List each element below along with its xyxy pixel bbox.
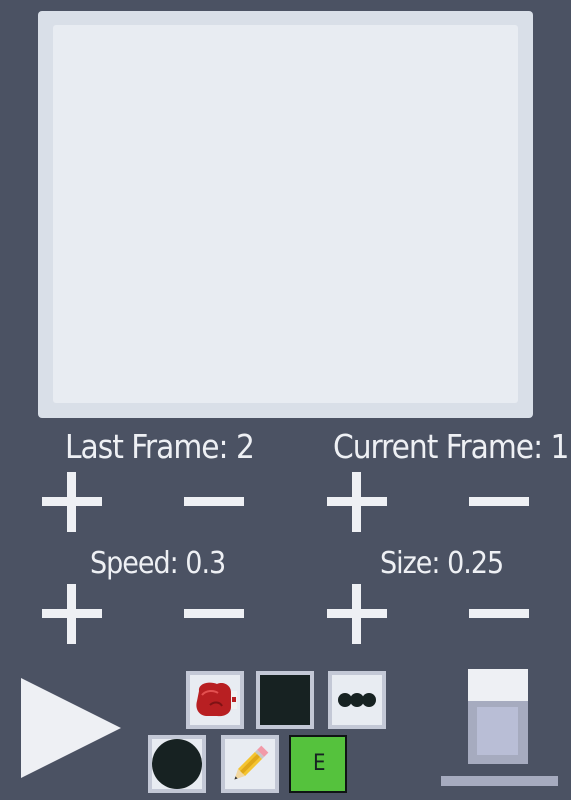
- current-frame-minus-button[interactable]: [469, 472, 529, 532]
- size-label: Size: 0.25: [380, 546, 504, 581]
- last-frame-minus-button[interactable]: [184, 472, 244, 532]
- pencil-tool-button[interactable]: [221, 735, 279, 793]
- eraser-tool-button[interactable]: E: [289, 735, 347, 793]
- eraser-icon: E: [291, 737, 345, 791]
- dots-brush-icon: [338, 693, 376, 707]
- layer-top-icon: [468, 669, 528, 701]
- eraser-label: E: [313, 751, 326, 776]
- boxing-glove-icon: [196, 682, 237, 717]
- layer-button[interactable]: [468, 669, 528, 764]
- drawing-canvas-frame: [38, 11, 533, 418]
- current-frame-label: Current Frame: 1: [333, 427, 569, 466]
- current-frame-plus-button[interactable]: [327, 472, 387, 532]
- color-swatch: [260, 675, 310, 725]
- size-minus-button[interactable]: [469, 584, 529, 644]
- last-frame-plus-button[interactable]: [42, 472, 102, 532]
- drawing-canvas[interactable]: [53, 25, 518, 403]
- last-frame-label: Last Frame: 2: [65, 427, 255, 466]
- boxing-glove-tool-button[interactable]: [186, 671, 244, 729]
- circle-brush-button[interactable]: [148, 735, 206, 793]
- layer-slider-track[interactable]: [441, 776, 558, 786]
- layer-icon: [477, 707, 518, 755]
- pencil-icon: [234, 745, 269, 780]
- circle-brush-icon: [152, 739, 202, 789]
- play-icon[interactable]: [21, 678, 123, 778]
- size-plus-button[interactable]: [327, 584, 387, 644]
- dots-brush-button[interactable]: [328, 671, 386, 729]
- speed-minus-button[interactable]: [184, 584, 244, 644]
- speed-label: Speed: 0.3: [90, 546, 226, 581]
- color-swatch-button[interactable]: [256, 671, 314, 729]
- speed-plus-button[interactable]: [42, 584, 102, 644]
